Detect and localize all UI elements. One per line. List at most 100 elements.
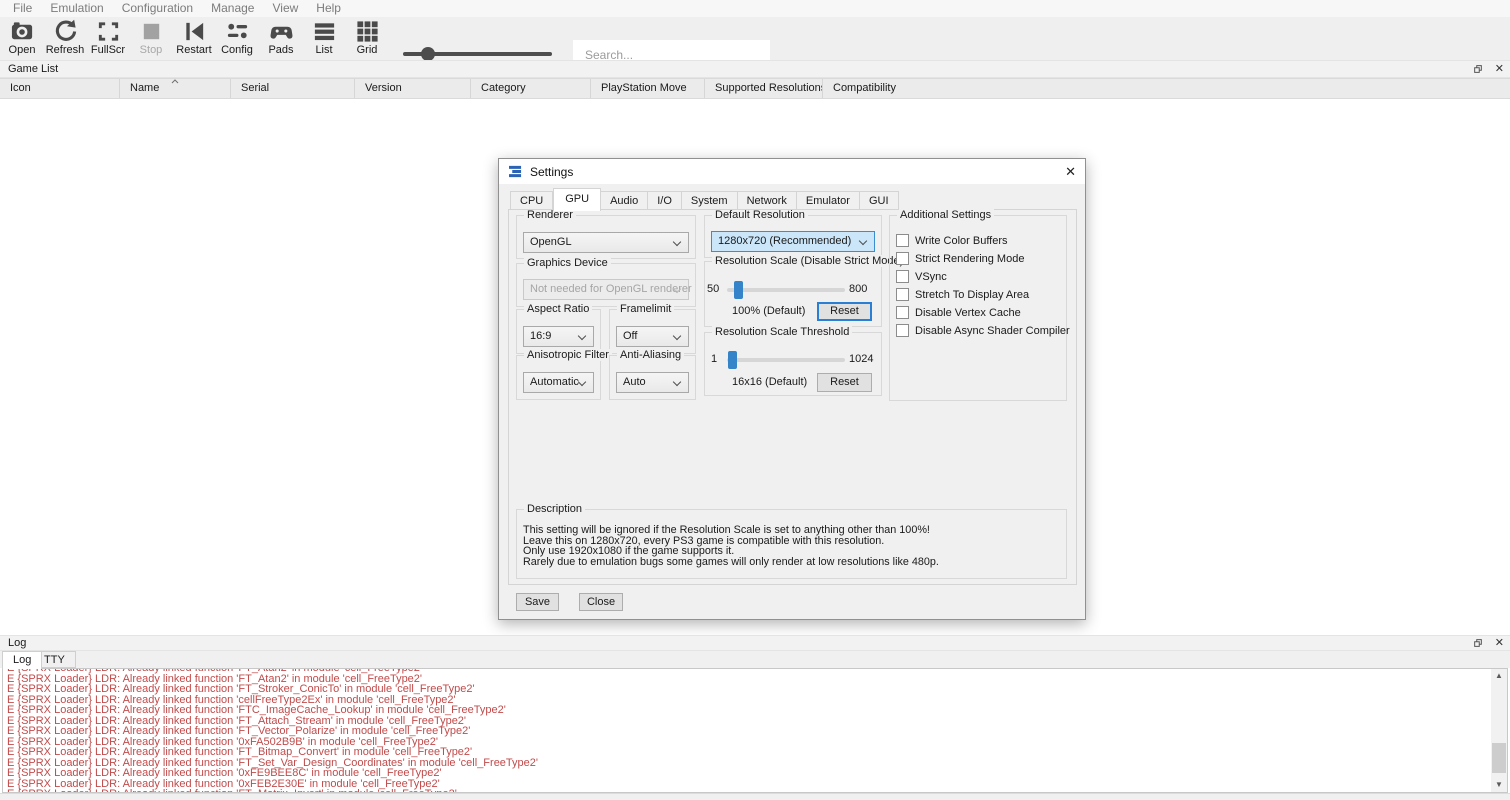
save-button[interactable]: Save [516,593,559,611]
resolution-scale-min-label: 50 [707,283,719,295]
close-panel-icon[interactable]: ✕ [1495,64,1504,75]
default-resolution-combobox[interactable]: 1280x720 (Recommended) [711,231,875,252]
aspect-ratio-combobox[interactable]: 16:9 [523,326,594,347]
checkbox-stretch-to-display-area[interactable]: Stretch To Display Area [896,288,1029,301]
aspect-ratio-group-label: Aspect Ratio [524,303,592,315]
resolution-scale-reset-button[interactable]: Reset [817,302,872,321]
config-button[interactable]: Config [215,18,259,57]
threshold-max-label: 1024 [849,353,873,365]
stop-button[interactable]: Stop [129,18,173,57]
settings-dialog: Settings ✕ CPU GPU Audio I/O System Netw… [498,158,1086,620]
open-button[interactable]: Open [0,18,44,57]
game-list-title: Game List [8,63,58,75]
restart-icon [182,19,207,44]
settings-dialog-title: Settings [530,165,573,179]
column-playstation-move[interactable]: PlayStation Move [591,79,705,98]
menu-view[interactable]: View [263,0,307,17]
log-tabstrip: Log TTY [0,651,1510,668]
threshold-slider[interactable] [727,358,845,362]
close-panel-icon[interactable]: ✕ [1495,638,1504,649]
threshold-min-label: 1 [711,353,717,365]
fullscreen-button[interactable]: FullScr [86,18,130,57]
tab-audio[interactable]: Audio [601,191,648,210]
log-title: Log [8,637,26,649]
chevron-down-icon [859,237,867,245]
tab-gui[interactable]: GUI [860,191,899,210]
float-panel-icon[interactable] [1473,64,1483,74]
description-line: Rarely due to emulation bugs some games … [523,557,939,568]
close-button[interactable]: Close [579,593,623,611]
checkbox-write-color-buffers[interactable]: Write Color Buffers [896,234,1008,247]
anti-aliasing-combobox[interactable]: Auto [616,372,689,393]
column-category[interactable]: Category [471,79,591,98]
dialog-close-icon[interactable]: ✕ [1065,164,1076,180]
column-version[interactable]: Version [355,79,471,98]
tab-network[interactable]: Network [738,191,797,210]
additional-settings-group-label: Additional Settings [897,209,994,221]
menu-file[interactable]: File [4,0,41,17]
checkbox-box [896,306,909,319]
list-view-button[interactable]: List [302,18,346,57]
grid-view-button[interactable]: Grid [345,18,389,57]
icon-size-slider-thumb[interactable] [421,47,435,61]
sort-ascending-icon [171,79,179,84]
log-titlebar: Log ✕ [0,635,1510,651]
tab-system[interactable]: System [682,191,738,210]
pads-button[interactable]: Pads [259,18,303,57]
renderer-combobox[interactable]: OpenGL [523,232,689,253]
float-panel-icon[interactable] [1473,638,1483,648]
pads-icon [269,19,294,44]
resolution-scale-group-label: Resolution Scale (Disable Strict Mode) [712,255,906,267]
column-icon[interactable]: Icon [0,79,120,98]
checkbox-disable-async-shader-compiler[interactable]: Disable Async Shader Compiler [896,324,1070,337]
default-resolution-group-label: Default Resolution [712,209,808,221]
menu-emulation[interactable]: Emulation [41,0,112,17]
checkbox-disable-vertex-cache[interactable]: Disable Vertex Cache [896,306,1021,319]
open-icon [10,19,35,44]
tab-cpu[interactable]: CPU [510,191,553,210]
menu-help[interactable]: Help [307,0,350,17]
menu-manage[interactable]: Manage [202,0,263,17]
checkbox-strict-rendering-mode[interactable]: Strict Rendering Mode [896,252,1024,265]
log-line: E {SPRX Loader} LDR: Already linked func… [7,768,1507,778]
checkbox-box [896,234,909,247]
threshold-reset-button[interactable]: Reset [817,373,872,392]
restart-button[interactable]: Restart [172,18,216,57]
graphics-device-combobox: Not needed for OpenGL renderer [523,279,689,300]
config-label: Config [215,44,259,57]
settings-dialog-titlebar: Settings ✕ [499,159,1085,185]
tab-emulator[interactable]: Emulator [797,191,860,210]
column-supported-resolutions[interactable]: Supported Resolutions [705,79,823,98]
checkbox-box [896,270,909,283]
resolution-scale-slider-thumb[interactable] [734,281,743,299]
icon-size-slider[interactable] [403,52,552,56]
open-label: Open [0,44,44,57]
graphics-device-group-label: Graphics Device [524,257,611,269]
tab-io[interactable]: I/O [648,191,682,210]
tab-gpu[interactable]: GPU [553,188,601,211]
column-serial[interactable]: Serial [231,79,355,98]
checkbox-vsync[interactable]: VSync [896,270,947,283]
checkbox-box [896,324,909,337]
threshold-slider-thumb[interactable] [728,351,737,369]
description-text: This setting will be ignored if the Reso… [523,525,939,567]
refresh-button[interactable]: Refresh [43,18,87,57]
game-list-header: Icon Name Serial Version Category PlaySt… [0,78,1510,99]
chevron-down-icon [673,332,681,340]
anisotropic-filter-combobox[interactable]: Automatic [523,372,594,393]
menu-bar: File Emulation Configuration Manage View… [0,0,1510,17]
log-tab[interactable]: Log [2,651,42,669]
settings-tabs: CPU GPU Audio I/O System Network Emulato… [510,187,899,210]
resolution-scale-slider[interactable] [727,288,845,292]
scrollbar-thumb[interactable] [1492,743,1506,773]
checkbox-box [896,288,909,301]
chevron-down-icon [578,332,586,340]
column-name[interactable]: Name [120,79,231,98]
framelimit-combobox[interactable]: Off [616,326,689,347]
log-scrollbar[interactable]: ▲ ▼ [1491,669,1507,792]
resolution-scale-max-label: 800 [849,283,867,295]
menu-configuration[interactable]: Configuration [113,0,202,17]
scroll-down-icon[interactable]: ▼ [1491,778,1507,792]
column-compatibility[interactable]: Compatibility [823,79,1510,98]
scroll-up-icon[interactable]: ▲ [1491,669,1507,683]
